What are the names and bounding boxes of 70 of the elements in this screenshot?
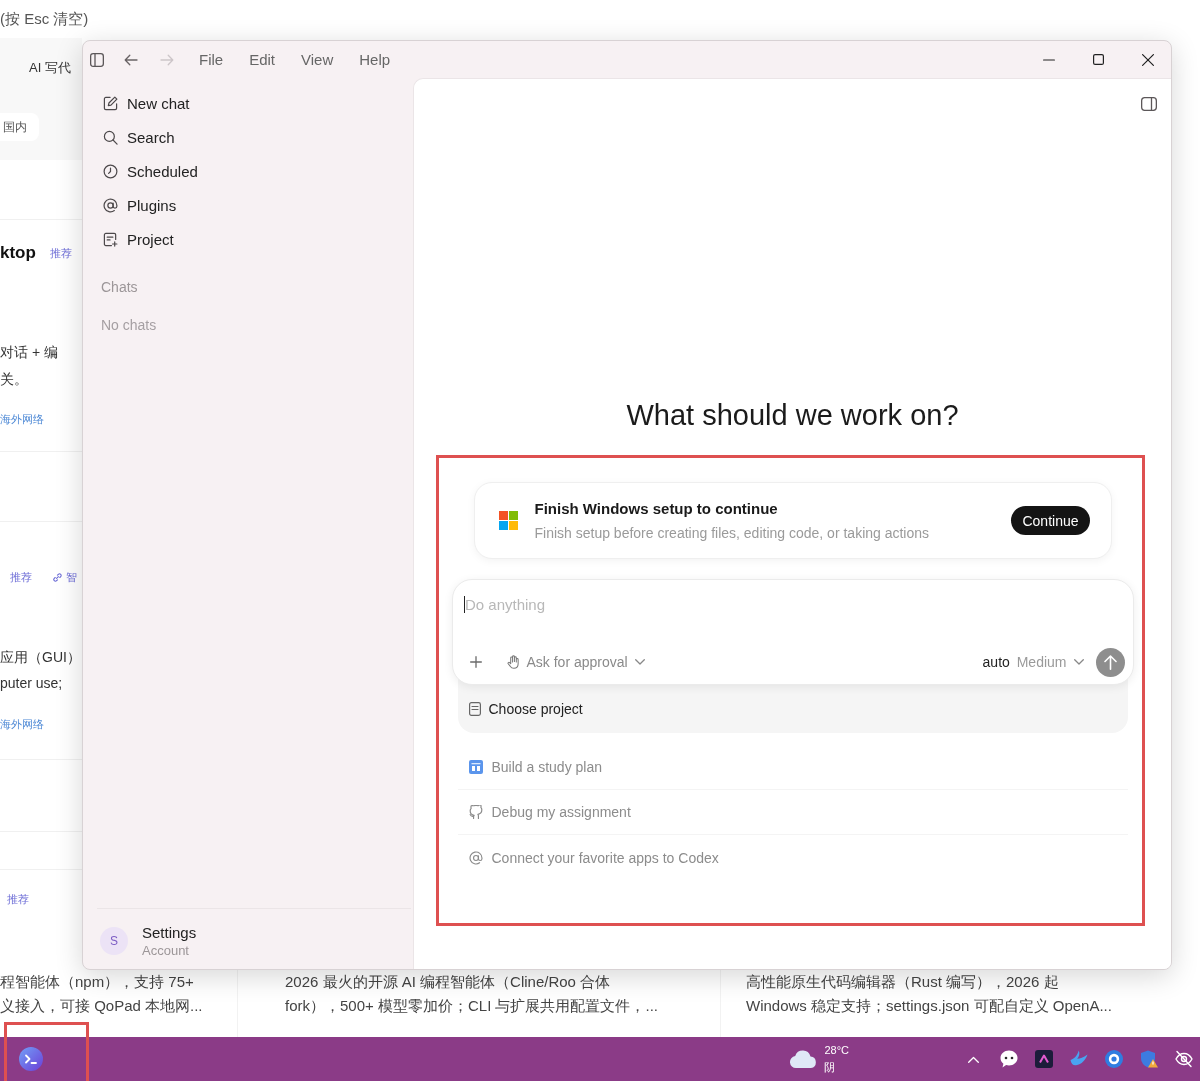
setup-title: Finish Windows setup to continue bbox=[534, 498, 778, 519]
sidebar-item[interactable]: Scheduled bbox=[91, 154, 405, 188]
sidebar-item[interactable]: Project bbox=[91, 222, 405, 256]
sidebar-item[interactable]: Search bbox=[91, 120, 405, 154]
prompt-input[interactable]: Do anything bbox=[465, 593, 1125, 615]
section-title: Chats bbox=[101, 278, 138, 297]
menu-item[interactable]: Edit bbox=[249, 49, 276, 70]
wing-icon[interactable] bbox=[1070, 1050, 1088, 1068]
approval-dropdown[interactable]: Ask for approval bbox=[506, 650, 645, 674]
arrow-up-icon bbox=[1103, 654, 1117, 670]
heading: What should we work on? bbox=[626, 398, 959, 433]
menu-item[interactable]: File bbox=[199, 49, 224, 70]
network-note: 海外网络 bbox=[0, 412, 44, 427]
settings-link[interactable]: Settings bbox=[142, 922, 197, 942]
edit-icon bbox=[103, 95, 118, 111]
panel-toggle-icon[interactable] bbox=[1141, 97, 1157, 111]
empty-chats-text: No chats bbox=[101, 316, 157, 335]
at-sign-icon bbox=[103, 197, 118, 213]
category-link[interactable]: 智 bbox=[66, 569, 77, 585]
sidebar-item[interactable]: Plugins bbox=[91, 188, 405, 222]
chevron-up-icon[interactable] bbox=[968, 1055, 979, 1063]
recommend-label: 推荐 bbox=[49, 246, 72, 261]
card-description: 应用（GUI） puter use; bbox=[0, 648, 81, 693]
region-chip[interactable]: 国内 bbox=[0, 113, 39, 141]
maximize-icon[interactable] bbox=[1093, 54, 1104, 65]
weather-temperature[interactable]: 28°C bbox=[824, 1042, 849, 1059]
back-arrow-icon[interactable] bbox=[124, 53, 138, 66]
at-sign-icon bbox=[468, 850, 483, 865]
search-hint: (按 Esc 清空) bbox=[0, 9, 89, 29]
recommend-label: 推荐 bbox=[7, 892, 29, 907]
card-description: 对话 + 编 关。 bbox=[0, 343, 58, 389]
continue-button[interactable]: Continue bbox=[1011, 506, 1090, 535]
clock-icon bbox=[103, 163, 118, 179]
search-icon bbox=[103, 129, 118, 145]
terminal-circle-icon[interactable] bbox=[19, 1047, 43, 1071]
avatar: S bbox=[100, 926, 128, 955]
close-icon[interactable] bbox=[1142, 53, 1154, 66]
menu-item[interactable]: View bbox=[301, 49, 334, 70]
sidebar-item[interactable]: New chat bbox=[91, 86, 405, 120]
cat-logo-icon bbox=[468, 805, 483, 819]
sidebar-toggle-icon[interactable] bbox=[90, 52, 104, 67]
network-note: 海外网络 bbox=[0, 717, 44, 732]
chat-bubble-icon[interactable] bbox=[1000, 1050, 1018, 1068]
suggestion-item[interactable]: Debug my assignment bbox=[457, 790, 1128, 835]
weather-condition[interactable]: 阴 bbox=[824, 1059, 836, 1076]
card-description: 程智能体（npm），支持 75+ 义接入，可接 QoPad 本地网... bbox=[0, 972, 204, 1016]
ring-icon[interactable] bbox=[1105, 1050, 1123, 1068]
reasoning-dropdown[interactable]: auto Medium bbox=[982, 650, 1084, 674]
cloud-icon[interactable] bbox=[789, 1050, 818, 1068]
link-icon bbox=[53, 572, 62, 582]
app-tile-icon[interactable] bbox=[1035, 1050, 1053, 1068]
document-icon bbox=[468, 702, 481, 716]
chevron-down-icon bbox=[634, 659, 645, 665]
card-title: ktop bbox=[0, 242, 36, 264]
plus-icon[interactable] bbox=[469, 656, 482, 668]
recommend-label: 推荐 bbox=[10, 570, 32, 585]
minimize-icon[interactable] bbox=[1043, 58, 1055, 61]
card-description: 2026 最火的开源 AI 编程智能体（Cline/Roo 合体 fork），500+ 模型零加价；CLI 与扩展共用配置文件，... bbox=[285, 972, 659, 1016]
filter-tab[interactable]: AI 写代 bbox=[29, 59, 71, 77]
four-squares-icon bbox=[498, 511, 518, 530]
card-description: 高性能原生代码编辑器（Rust 编写），2026 起 Windows 稳定支持；settings.json 可配自定义 OpenA... bbox=[746, 972, 1113, 1016]
eye-slash-icon[interactable] bbox=[1175, 1050, 1193, 1068]
document-plus-icon bbox=[103, 231, 118, 247]
shield-warning-icon[interactable] bbox=[1140, 1050, 1158, 1068]
chevron-down-icon bbox=[1073, 659, 1084, 665]
setup-description: Finish setup before creating files, editing code, or taking actions bbox=[534, 523, 930, 543]
menu-item[interactable]: Help bbox=[359, 49, 391, 70]
hand-icon bbox=[506, 655, 520, 669]
account-label: Account bbox=[142, 941, 189, 959]
calendar-icon bbox=[468, 760, 483, 774]
